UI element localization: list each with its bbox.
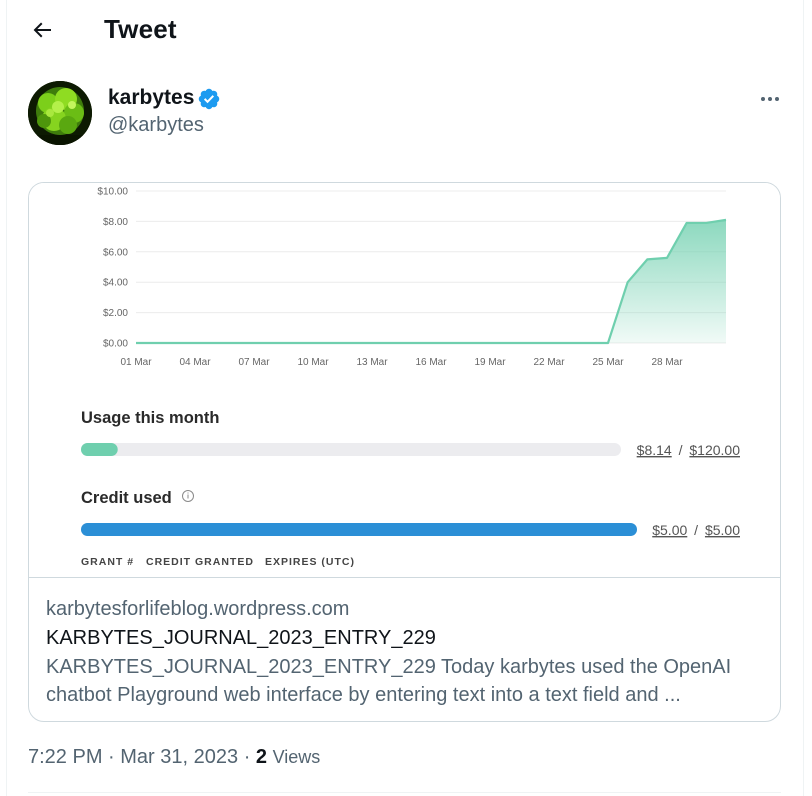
usage-bar-fill	[81, 443, 118, 456]
x-tick-label: 25 Mar	[592, 357, 624, 368]
credit-bar-fill	[81, 523, 637, 536]
card-text: karbytesforlifeblog.wordpress.com KARBYT…	[46, 595, 766, 709]
usage-screenshot: $10.00 $8.00 $6.00 $4.00 $2.00 $0.00 01 Mar 04…	[81, 187, 741, 568]
card-domain: karbytesforlifeblog.wordpress.com	[46, 598, 350, 620]
credit-label: Credit used	[81, 489, 172, 507]
credit-value: $5.00	[652, 522, 687, 538]
back-button[interactable]	[22, 12, 62, 48]
credit-separator: /	[694, 522, 698, 538]
x-tick-label: 19 Mar	[474, 357, 506, 368]
usage-amount: $8.14 / $120.00	[637, 442, 741, 458]
avatar[interactable]	[28, 81, 92, 145]
card-description: KARBYTES_JOURNAL_2023_ENTRY_229 Today ka…	[46, 656, 732, 706]
x-tick-label: 10 Mar	[297, 357, 329, 368]
tweet-header: Tweet	[0, 0, 812, 60]
author-name[interactable]: karbytes	[108, 86, 194, 110]
credit-limit: $5.00	[705, 522, 740, 538]
meta-separator: ·	[243, 746, 256, 768]
tweet-time[interactable]: 7:22 PM	[28, 746, 102, 768]
y-tick-label: $0.00	[103, 339, 128, 350]
info-icon	[182, 490, 194, 502]
usage-label: Usage this month	[81, 409, 219, 427]
author-handle[interactable]: @karbytes	[108, 114, 204, 137]
verified-badge-icon	[198, 88, 220, 110]
credit-amount: $5.00 / $5.00	[652, 522, 740, 538]
views-label: Views	[272, 747, 321, 767]
more-options-button[interactable]	[752, 86, 788, 112]
tweet-date[interactable]: Mar 31, 2023	[120, 746, 238, 768]
column-expires: EXPIRES (UTC)	[265, 556, 355, 568]
more-dots-icon	[761, 97, 779, 101]
avatar-image	[28, 81, 92, 145]
x-tick-label: 16 Mar	[415, 357, 447, 368]
column-credit-granted: CREDIT GRANTED	[146, 556, 254, 568]
x-tick-label: 28 Mar	[651, 357, 683, 368]
x-tick-label: 22 Mar	[533, 357, 565, 368]
usage-value: $8.14	[637, 442, 672, 458]
usage-limit: $120.00	[689, 442, 740, 458]
x-tick-label: 13 Mar	[356, 357, 388, 368]
card-image: $10.00 $8.00 $6.00 $4.00 $2.00 $0.00 01 Mar 04…	[29, 183, 780, 578]
views-count: 2	[255, 746, 268, 768]
meta-separator: ·	[108, 746, 121, 768]
x-tick-label: 07 Mar	[238, 357, 270, 368]
chart-area-fill	[136, 219, 726, 343]
y-tick-label: $4.00	[103, 278, 128, 289]
card-title: KARBYTES_JOURNAL_2023_ENTRY_229	[46, 627, 436, 649]
y-tick-label: $8.00	[103, 217, 128, 228]
tweet-meta: 7:22 PM · Mar 31, 2023 · 2 Views	[28, 746, 320, 769]
usage-separator: /	[679, 442, 683, 458]
page-title: Tweet	[104, 14, 177, 44]
link-card[interactable]: $10.00 $8.00 $6.00 $4.00 $2.00 $0.00 01 Mar 04…	[28, 182, 781, 722]
y-tick-label: $10.00	[97, 187, 128, 198]
x-tick-label: 04 Mar	[179, 357, 211, 368]
column-grant: GRANT #	[81, 556, 134, 568]
x-tick-label: 01 Mar	[120, 357, 152, 368]
divider	[28, 792, 781, 793]
usage-bar-track	[81, 443, 621, 456]
y-tick-label: $2.00	[103, 308, 128, 319]
y-tick-label: $6.00	[103, 247, 128, 258]
arrow-left-icon	[33, 22, 51, 38]
